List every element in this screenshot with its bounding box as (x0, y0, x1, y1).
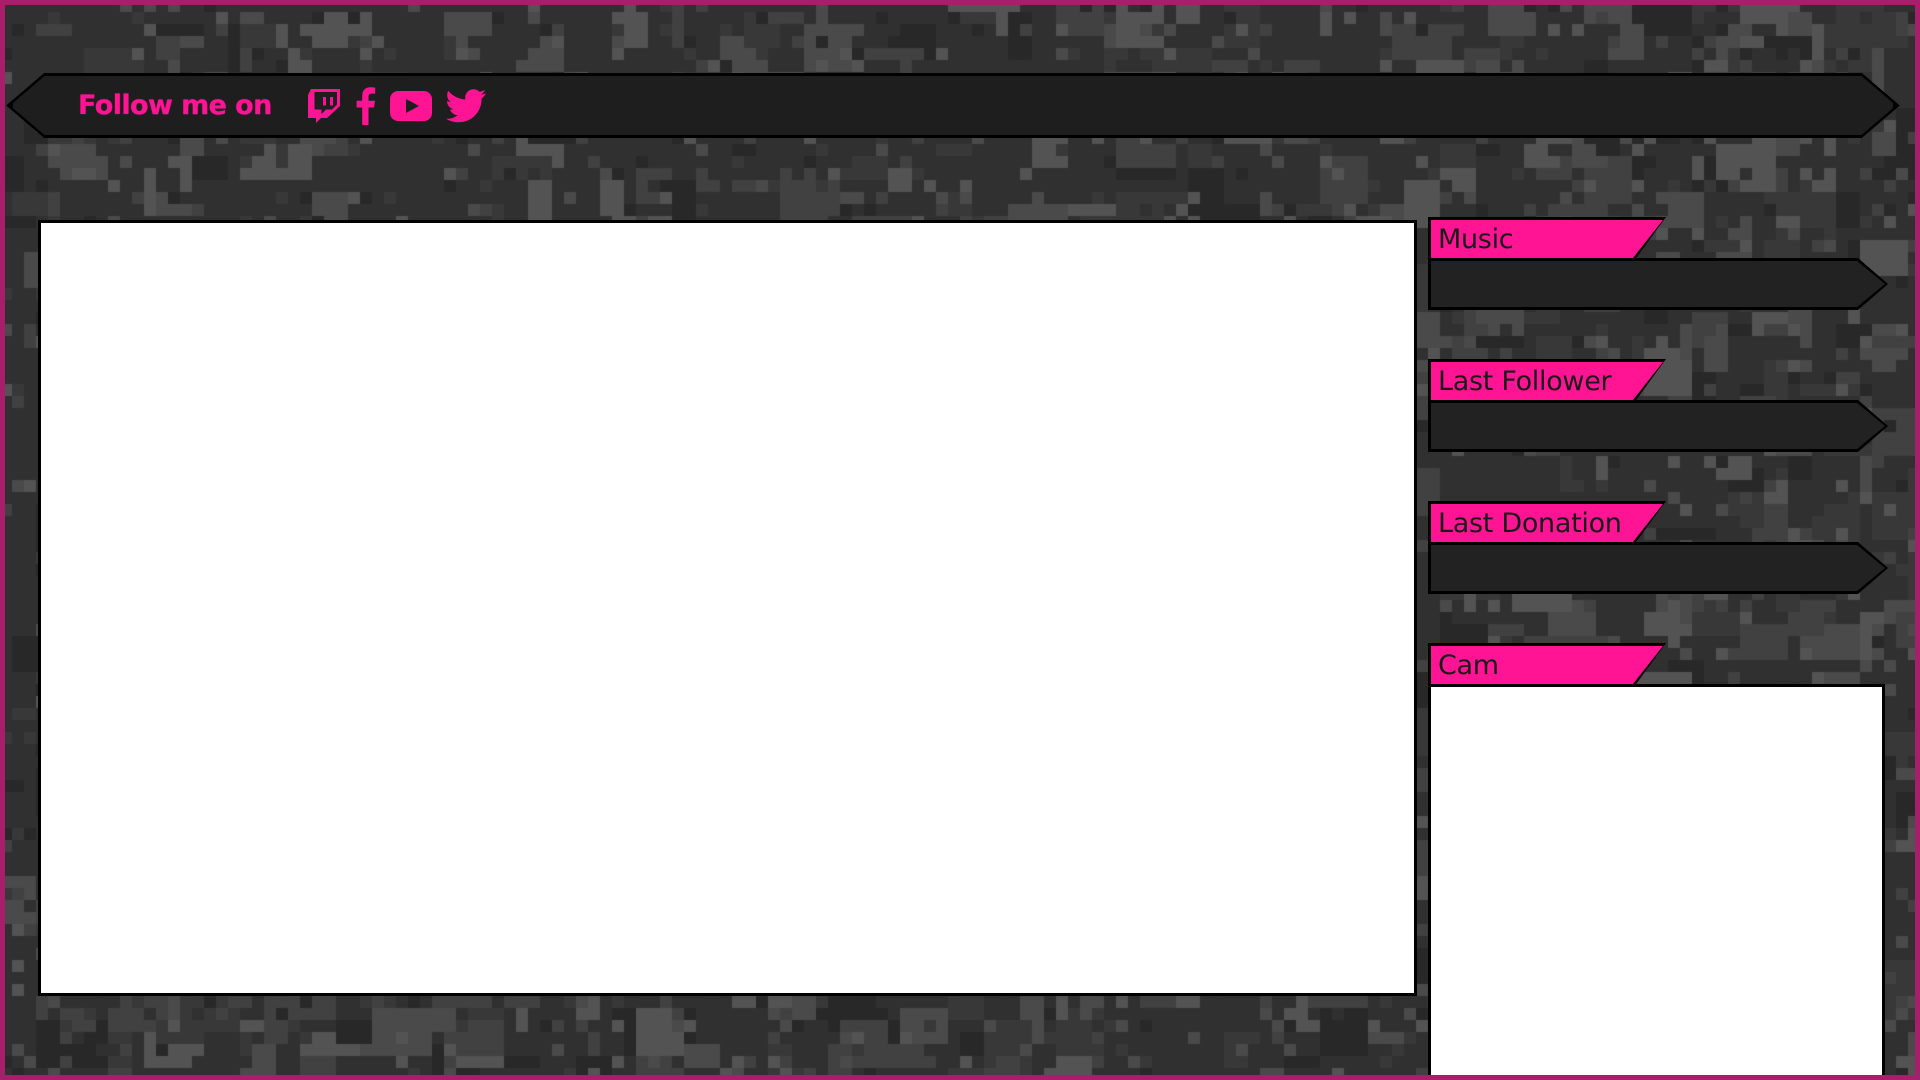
youtube-icon[interactable] (390, 88, 432, 124)
panel-last-follower-body-outline (1428, 400, 1888, 452)
panel-last-donation-header: Last Donation (1431, 504, 1663, 542)
panel-last-follower-body (1431, 403, 1885, 449)
panel-last-donation-body (1431, 545, 1885, 591)
panel-last-donation: Last Donation (1428, 504, 1888, 594)
facebook-icon[interactable] (354, 88, 376, 124)
panel-music-title-chip: Music (1431, 220, 1663, 258)
panel-music-title: Music (1438, 223, 1514, 255)
follow-me-label: Follow me on (78, 90, 272, 121)
panel-music-body (1431, 261, 1885, 307)
panel-cam-title: Cam (1438, 649, 1499, 681)
game-capture-area[interactable] (38, 220, 1417, 996)
panel-music-header: Music (1431, 220, 1663, 258)
panel-last-follower-title: Last Follower (1438, 365, 1612, 397)
panel-last-donation-title: Last Donation (1438, 507, 1622, 539)
twitch-icon[interactable] (308, 88, 340, 124)
widget-column: Music Last Follower Last Donation Cam (1428, 220, 1898, 1080)
panel-last-follower-header: Last Follower (1431, 362, 1663, 400)
social-icon-group (308, 88, 486, 124)
panel-cam-title-chip: Cam (1431, 646, 1663, 684)
panel-last-follower: Last Follower (1428, 362, 1888, 452)
panel-last-donation-title-chip: Last Donation (1431, 504, 1663, 542)
twitter-icon[interactable] (446, 88, 486, 124)
panel-music-body-outline (1428, 258, 1888, 310)
panel-cam: Cam (1428, 646, 1885, 1080)
panel-music: Music (1428, 220, 1888, 310)
webcam-capture-area[interactable] (1428, 684, 1885, 1080)
panel-last-follower-title-chip: Last Follower (1431, 362, 1663, 400)
stream-overlay: Follow me on Music Last Follower Last Do… (0, 0, 1920, 1080)
panel-cam-header: Cam (1431, 646, 1663, 684)
panel-last-donation-body-outline (1428, 542, 1888, 594)
follow-bar: Follow me on (10, 73, 1896, 138)
